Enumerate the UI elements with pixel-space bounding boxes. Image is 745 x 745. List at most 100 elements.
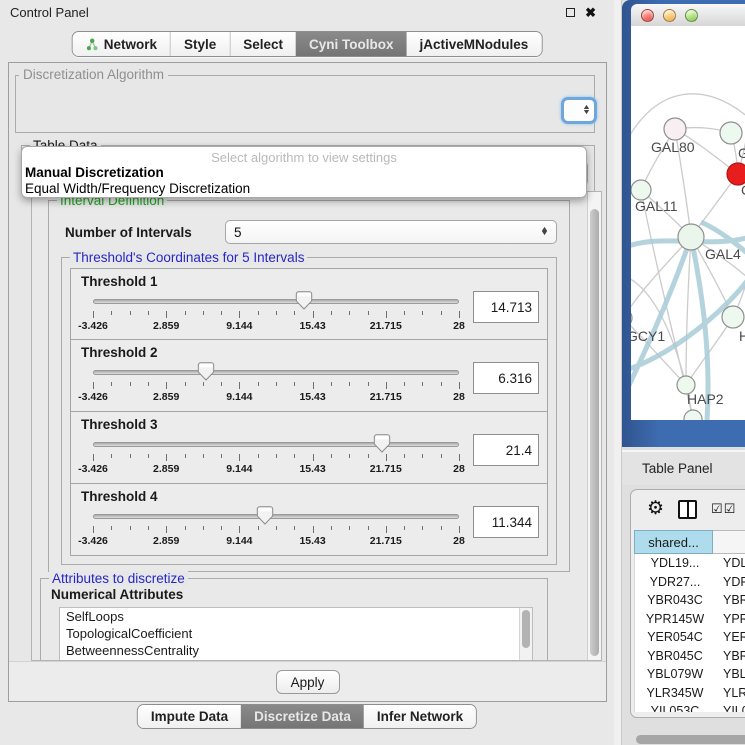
table-row[interactable]: YBR043CYBR0	[635, 591, 745, 610]
list-item[interactable]: SelfLoops	[60, 608, 532, 625]
tab-jactivemnodules[interactable]: jActiveMNodules	[407, 32, 542, 56]
list-scrollbar[interactable]	[519, 608, 532, 661]
threshold-slider[interactable]: -3.4262.8599.14415.4321.71528	[93, 340, 459, 411]
cell-name[interactable]: YBR0	[715, 593, 745, 607]
node-gal11[interactable]	[631, 180, 651, 200]
panel-splitter[interactable]	[614, 0, 622, 745]
slider-thumb[interactable]	[257, 506, 274, 525]
cell-name[interactable]: YER0	[715, 630, 745, 644]
threshold-slider[interactable]: -3.4262.8599.14415.4321.71528	[93, 484, 459, 555]
top-tab-bar: Network Style Select Cyni Toolbox jActiv…	[72, 31, 543, 57]
slider-track[interactable]	[93, 442, 459, 447]
table-row[interactable]: YBR045CYBR0	[635, 647, 745, 666]
cell-shared-name[interactable]: YER054C	[635, 630, 715, 644]
list-item[interactable]: BetweennessCentrality	[60, 642, 532, 659]
tick	[422, 454, 423, 458]
table-row[interactable]: YPR145WYPR1	[635, 610, 745, 629]
select-columns-icon[interactable]: ☑☑	[711, 501, 736, 517]
window-close-icon[interactable]	[641, 9, 654, 22]
tick	[239, 311, 240, 318]
apply-button[interactable]: Apply	[276, 670, 340, 694]
tab-cyni-toolbox[interactable]: Cyni Toolbox	[296, 32, 407, 56]
threshold-value-field[interactable]: 11.344	[473, 506, 539, 538]
table-row[interactable]: YDL19...YDL1	[635, 554, 745, 573]
threshold-value-field[interactable]: 21.4	[473, 434, 539, 466]
node-gal4[interactable]	[678, 224, 704, 250]
cell-name[interactable]: YBR0	[715, 649, 745, 663]
slider-thumb[interactable]	[296, 291, 313, 310]
tick	[459, 526, 460, 533]
threshold-slider[interactable]: -3.4262.8599.14415.4321.71528	[93, 269, 459, 339]
settings-scrollbar[interactable]	[587, 192, 601, 660]
cell-shared-name[interactable]: YIL053C	[635, 704, 715, 712]
node-g[interactable]	[720, 122, 742, 144]
table-row[interactable]: YBL079WYBL0	[635, 665, 745, 684]
network-window-titlebar[interactable]	[631, 4, 745, 26]
tick-label: -3.426	[78, 320, 108, 332]
column-header-name[interactable]: na	[713, 530, 745, 554]
tab-infer-network[interactable]: Infer Network	[364, 705, 476, 728]
tab-style[interactable]: Style	[170, 32, 229, 56]
close-icon[interactable]: ✖	[585, 8, 596, 18]
tick	[441, 526, 442, 530]
node-gcy1[interactable]	[631, 309, 632, 327]
scrollbar-thumb[interactable]	[636, 735, 745, 744]
number-of-intervals-combo[interactable]: 5 ▲▼	[225, 220, 557, 244]
cell-name[interactable]: YDR2	[715, 575, 745, 589]
tick	[422, 526, 423, 530]
threshold-slider[interactable]: -3.4262.8599.14415.4321.71528	[93, 412, 459, 483]
table-row[interactable]: YIL053CYIL0	[635, 702, 745, 712]
algorithm-combo[interactable]: ▲▼	[561, 97, 597, 124]
tab-network[interactable]: Network	[73, 32, 170, 56]
split-columns-icon[interactable]	[678, 500, 697, 519]
window-minimize-icon[interactable]	[663, 9, 676, 22]
cell-name[interactable]: YLR3	[715, 686, 745, 700]
network-view-window[interactable]: GAL80 G C GAL11 GAL4 GCY1 H HAP2	[622, 0, 745, 447]
tab-select[interactable]: Select	[229, 32, 296, 56]
cell-shared-name[interactable]: YBR045C	[635, 649, 715, 663]
cell-name[interactable]: YBL0	[715, 667, 745, 681]
cell-name[interactable]: YPR1	[715, 612, 745, 626]
dropdown-option-equal-width[interactable]: Equal Width/Frequency Discretization	[25, 181, 250, 196]
tick-label: 15.43	[299, 463, 325, 475]
tab-impute-data[interactable]: Impute Data	[138, 705, 241, 728]
list-item[interactable]: TopologicalCoefficient	[60, 625, 532, 642]
window-zoom-icon[interactable]	[685, 9, 698, 22]
table-row[interactable]: YDR27...YDR2	[635, 573, 745, 592]
gear-icon[interactable]: ⚙	[647, 500, 664, 518]
tick	[441, 311, 442, 315]
slider-track[interactable]	[93, 514, 459, 519]
network-canvas[interactable]: GAL80 G C GAL11 GAL4 GCY1 H HAP2	[631, 26, 745, 420]
cell-shared-name[interactable]: YDL19...	[635, 556, 715, 570]
scrollbar-thumb[interactable]	[590, 209, 599, 656]
network-nodes[interactable]	[631, 118, 745, 420]
column-header-shared-name[interactable]: shared...	[634, 530, 713, 554]
label-h: H	[739, 328, 745, 344]
slider-ticks	[93, 526, 459, 534]
table-hscrollbar[interactable]	[636, 735, 745, 745]
cell-shared-name[interactable]: YLR345W	[635, 686, 715, 700]
slider-track[interactable]	[93, 370, 459, 375]
discretization-panel: Discretization Algorithm ▲▼ Select algor…	[8, 62, 607, 702]
cell-name[interactable]: YIL0	[715, 704, 745, 712]
slider-thumb[interactable]	[374, 434, 391, 453]
dropdown-option-manual[interactable]: Manual Discretization	[25, 165, 164, 180]
node-bottom[interactable]	[684, 410, 702, 420]
tab-discretize-data[interactable]: Discretize Data	[241, 705, 364, 728]
cell-shared-name[interactable]: YDR27...	[635, 575, 715, 589]
node-gal80[interactable]	[664, 118, 686, 140]
slider-thumb[interactable]	[198, 362, 215, 381]
cell-shared-name[interactable]: YBL079W	[635, 667, 715, 681]
table-row[interactable]: YER054CYER0	[635, 628, 745, 647]
node-h[interactable]	[722, 306, 744, 328]
threshold-value-field[interactable]: 14.713	[473, 291, 539, 323]
tick-label: 9.144	[226, 320, 252, 332]
cell-shared-name[interactable]: YPR145W	[635, 612, 715, 626]
float-window-icon[interactable]	[566, 8, 575, 17]
cell-shared-name[interactable]: YBR043C	[635, 593, 715, 607]
table-row[interactable]: YLR345WYLR3	[635, 684, 745, 703]
cell-name[interactable]: YDL1	[715, 556, 745, 570]
threshold-value-field[interactable]: 6.316	[473, 362, 539, 394]
scrollbar-thumb[interactable]	[522, 610, 530, 648]
slider-track[interactable]	[93, 299, 459, 304]
